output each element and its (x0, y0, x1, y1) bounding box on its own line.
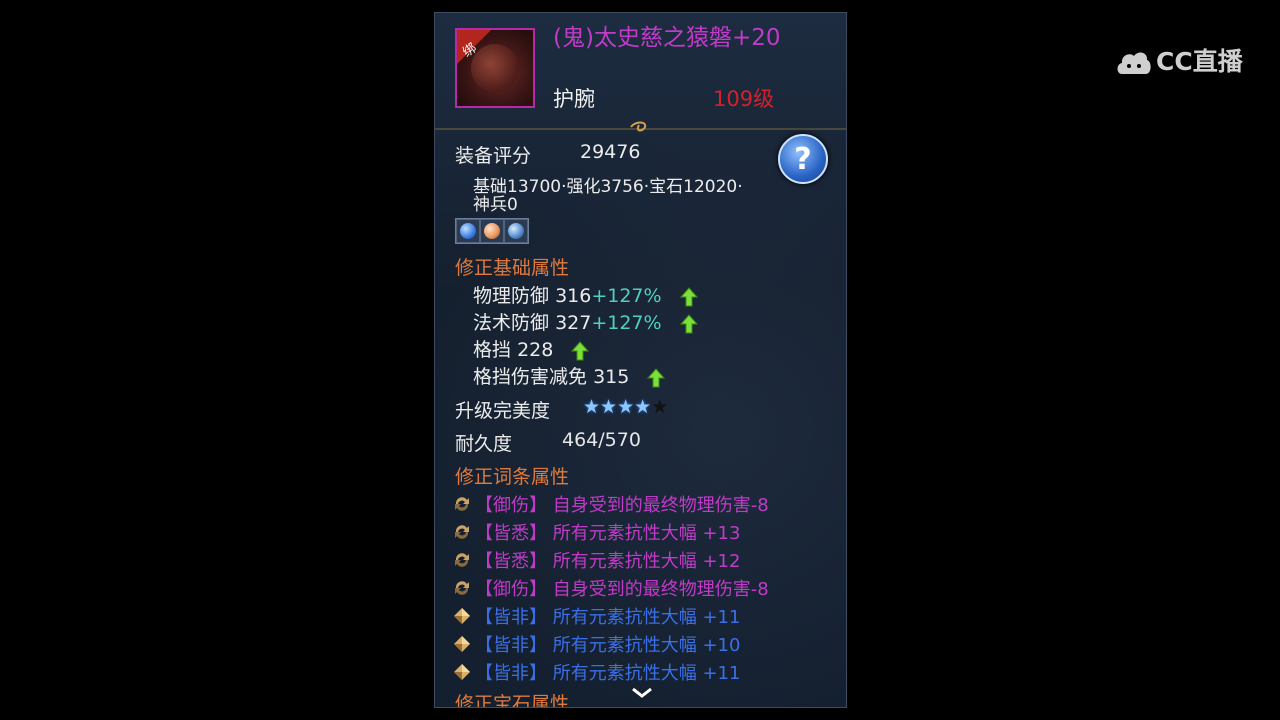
base-attr-section-title: 修正基础属性 (455, 257, 570, 279)
affix-text: 【御伤】 自身受到的最终物理伤害-8 (475, 495, 769, 516)
star-icon: ★ (617, 396, 635, 418)
durability-label: 耐久度 (455, 433, 513, 455)
attr-magic-defense: 法术防御 327+127% (473, 308, 698, 335)
chevron-down-icon[interactable] (631, 687, 653, 699)
attr-name: 格挡 (473, 339, 512, 361)
item-level: 109级 (713, 87, 775, 111)
attr-bonus: +127% (591, 285, 662, 307)
help-button[interactable]: ? (778, 134, 828, 184)
affix-row: 【御伤】 自身受到的最终物理伤害-8 (453, 575, 769, 602)
attr-block-damage-reduction: 格挡伤害减免 315 (473, 362, 666, 389)
attr-name: 物理防御 (473, 285, 550, 307)
affix-row: 【皆悉】 所有元素抗性大幅 +13 (453, 519, 740, 546)
arrow-up-icon (679, 313, 698, 334)
attr-value: 316 (555, 285, 592, 307)
attr-value: 315 (593, 366, 630, 388)
cc-live-logo: CC直播 (1116, 42, 1243, 78)
affix-text: 【皆悉】 所有元素抗性大幅 +12 (475, 551, 741, 572)
affix-section-title: 修正词条属性 (455, 466, 570, 488)
refresh-icon (453, 523, 475, 546)
item-name: (鬼)太史慈之猿磐+20 (553, 25, 781, 51)
score-value: 29476 (580, 141, 641, 163)
refresh-icon (453, 495, 475, 518)
diamond-icon (453, 635, 475, 658)
attr-physical-defense: 物理防御 316+127% (473, 281, 698, 308)
diamond-icon (453, 663, 475, 686)
gem-slots (455, 218, 529, 244)
star-icon: ★ (583, 396, 601, 418)
attr-name: 格挡伤害减免 (473, 366, 588, 388)
attr-bonus: +127% (591, 312, 662, 334)
logo-icon (1117, 52, 1151, 74)
upgrade-label: 升级完美度 (455, 400, 551, 422)
durability-value: 464/570 (562, 429, 641, 451)
attr-block: 格挡 228 (473, 335, 590, 362)
affix-row: 【皆非】 所有元素抗性大幅 +10 (453, 631, 740, 658)
affix-row: 【皆悉】 所有元素抗性大幅 +12 (453, 547, 740, 574)
affix-text: 【皆非】 所有元素抗性大幅 +11 (475, 663, 741, 684)
upgrade-stars: ★★★★★ (583, 396, 668, 418)
affix-text: 【皆非】 所有元素抗性大幅 +10 (475, 635, 741, 656)
gem-section-title: 修正宝石属性 (455, 693, 570, 708)
star-icon: ★ (634, 396, 652, 418)
logo-text: CC直播 (1156, 47, 1243, 76)
affix-row: 【皆非】 所有元素抗性大幅 +11 (453, 603, 740, 630)
star-empty-icon: ★ (651, 396, 669, 418)
arrow-up-icon (571, 340, 590, 361)
affix-text: 【御伤】 自身受到的最终物理伤害-8 (475, 579, 769, 600)
attr-name: 法术防御 (473, 312, 550, 334)
diamond-icon (453, 607, 475, 630)
blue-gem-icon[interactable] (456, 219, 480, 243)
affix-text: 【皆悉】 所有元素抗性大幅 +13 (475, 523, 741, 544)
affix-row: 【御伤】 自身受到的最终物理伤害-8 (453, 491, 769, 518)
score-row: 装备评分 29476 (455, 141, 640, 168)
item-type: 护腕 (553, 87, 595, 111)
item-icon[interactable]: 绑 (455, 28, 535, 108)
item-tooltip-panel: 绑 (鬼)太史慈之猿磐+20 护腕 109级 装备评分 29476 ? 基础13… (434, 12, 847, 708)
affix-row: 【皆非】 所有元素抗性大幅 +11 (453, 659, 740, 686)
score-breakdown-line2: 神兵0 (473, 195, 518, 215)
score-breakdown-line1: 基础13700·强化3756·宝石12020· (473, 177, 743, 197)
orange-gem-icon[interactable] (480, 219, 504, 243)
globe-gem-icon[interactable] (504, 219, 528, 243)
durability-row: 耐久度 464/570 (455, 429, 641, 456)
upgrade-row: 升级完美度 ★★★★★ (455, 396, 668, 423)
affix-text: 【皆非】 所有元素抗性大幅 +11 (475, 607, 741, 628)
arrow-up-icon (679, 286, 698, 307)
ornament-divider (435, 121, 846, 132)
arrow-up-icon (647, 367, 666, 388)
refresh-icon (453, 579, 475, 602)
star-icon: ★ (600, 396, 618, 418)
attr-value: 327 (555, 312, 592, 334)
refresh-icon (453, 551, 475, 574)
attr-value: 228 (517, 339, 554, 361)
score-label: 装备评分 (455, 145, 532, 167)
